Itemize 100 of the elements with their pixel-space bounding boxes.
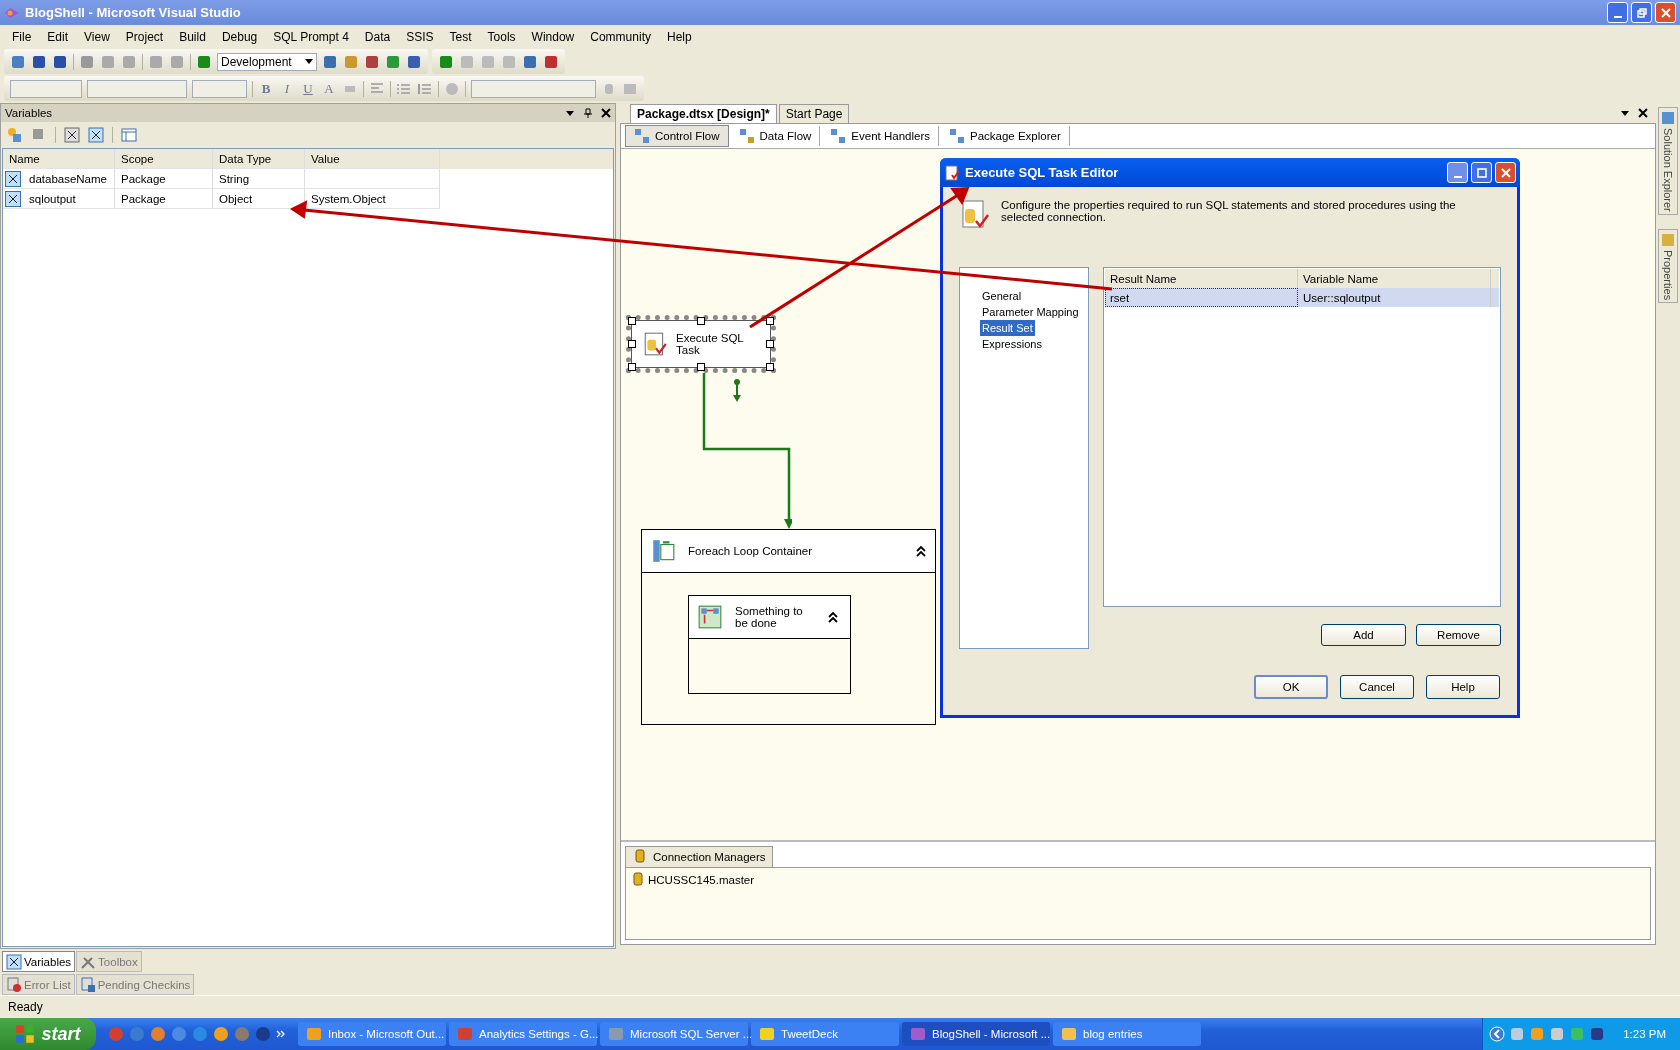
dialog-button[interactable]: Help [1426,675,1500,699]
grid-action-button[interactable]: Add [1321,624,1406,646]
close-button[interactable] [1655,2,1676,23]
table-cell: Package [115,169,213,189]
format-button[interactable]: A [321,80,337,97]
document-tab[interactable]: Package.dtsx [Design]* [630,104,777,123]
connection-managers-tab[interactable]: Connection Managers [625,846,773,867]
start-button[interactable]: start [0,1018,96,1050]
expand-icon[interactable] [1489,1026,1506,1042]
app-icon [306,1026,322,1042]
font-dropdown[interactable] [10,79,82,98]
pin-icon[interactable] [583,108,593,118]
menu-item[interactable]: Test [441,28,480,46]
restore-button[interactable] [1631,2,1652,23]
menu-item[interactable]: Tools [479,28,524,46]
style-dropdown[interactable] [192,79,247,98]
menu-item[interactable]: View [76,28,118,46]
minimize-button[interactable] [1607,2,1628,23]
table-cell: sqloutput [29,192,76,205]
column-header[interactable]: Data Type [213,149,305,169]
close-icon[interactable] [601,108,611,118]
configuration-dropdown[interactable]: Development [217,52,317,71]
taskbar-item[interactable]: BlogShell - Microsoft ... [902,1022,1050,1046]
menu-item[interactable]: Project [117,28,172,46]
menu-item[interactable]: SQL Prompt 4 [265,28,357,46]
tab-icon [948,128,965,144]
task-node[interactable]: Something to be done [688,595,851,694]
dropdown[interactable] [471,79,596,98]
taskbar-item[interactable]: Inbox - Microsoft Out... [298,1022,446,1046]
column-header[interactable]: Name [3,149,115,169]
taskbar-item[interactable]: TweetDeck [751,1022,899,1046]
selection-handle[interactable] [766,340,774,348]
designer-tab[interactable]: Event Handlers [822,126,939,146]
selection-handle[interactable] [766,317,774,325]
grid-options-icon[interactable] [121,127,137,143]
selection-handle[interactable] [766,363,774,371]
dialog-button[interactable]: Cancel [1340,675,1414,699]
collapse-icon[interactable] [827,611,839,623]
panel-tab[interactable]: Variables [2,951,76,972]
container-label: Foreach Loop Container [688,545,814,557]
selection-handle[interactable] [697,363,705,371]
navigation-item[interactable]: Parameter Mapping [980,304,1081,320]
loop-container[interactable]: Foreach Loop Container Something to be done [641,529,936,725]
menu-item[interactable]: Debug [213,28,266,46]
caret-icon [305,58,313,65]
selection-handle[interactable] [628,340,636,348]
format-button[interactable]: B [258,80,274,97]
designer-tab[interactable]: Control Flow [625,125,729,147]
column-header[interactable]: Scope [115,149,213,169]
menu-item[interactable]: File [4,28,40,46]
menu-item[interactable]: Help [658,28,700,46]
close-button[interactable] [1495,162,1516,183]
menu-item[interactable]: Data [356,28,399,46]
variable-icon[interactable] [88,127,104,143]
dialog-button[interactable]: OK [1254,675,1328,699]
column-header[interactable]: Value [305,149,440,169]
taskbar-item[interactable]: blog entries [1053,1022,1201,1046]
minimize-button[interactable] [1447,162,1468,183]
collapse-icon[interactable] [915,545,927,557]
connector-handle-icon[interactable] [732,378,742,402]
restore-icon [1636,7,1647,18]
connection-icon [632,849,648,865]
format-button[interactable]: U [300,80,316,97]
designer-tab[interactable]: Data Flow [730,126,821,146]
add-variable-icon[interactable] [7,127,23,143]
close-icon[interactable] [1638,108,1648,118]
more-icon[interactable] [276,1029,286,1039]
taskbar-item[interactable]: Analytics Settings - G... [449,1022,597,1046]
panel-title: Variables [5,107,54,119]
document-tab[interactable]: Start Page [778,104,850,123]
dropdown-icon[interactable] [565,108,575,118]
task-label: Something to be done [735,605,804,629]
close-icon [1500,167,1511,178]
size-dropdown[interactable] [87,79,187,98]
panel-tab[interactable]: Pending Checkins [75,974,195,995]
navigation-item[interactable]: General [980,288,1024,304]
variable-icon[interactable] [64,127,80,143]
navigation-item[interactable]: Result Set [980,320,1035,336]
side-tab[interactable]: Properties [1658,228,1678,303]
menu-item[interactable]: Build [171,28,214,46]
navigation-item[interactable]: Expressions [980,336,1044,352]
side-tab[interactable]: Solution Explorer [1658,107,1678,215]
menu-item[interactable]: Edit [39,28,77,46]
menu-item[interactable]: SSIS [398,28,442,46]
panel-tab[interactable]: Toolbox [76,951,142,972]
tab-icon [1660,110,1676,126]
connection-item[interactable]: HCUSSC145.master [630,872,755,888]
menu-item[interactable]: Window [523,28,583,46]
menu-item[interactable]: Community [582,28,659,46]
designer-tab[interactable]: Package Explorer [940,126,1070,146]
selection-handle[interactable] [628,317,636,325]
grid-row[interactable]: rset User::sqloutput [1105,288,1499,307]
selection-handle[interactable] [628,363,636,371]
variable-icon [6,953,22,970]
format-button[interactable]: I [279,80,295,97]
selection-handle[interactable] [697,317,705,325]
maximize-button[interactable] [1471,162,1492,183]
grid-action-button[interactable]: Remove [1416,624,1501,646]
dropdown-icon[interactable] [1620,108,1630,118]
status-text: Ready [8,1000,43,1014]
